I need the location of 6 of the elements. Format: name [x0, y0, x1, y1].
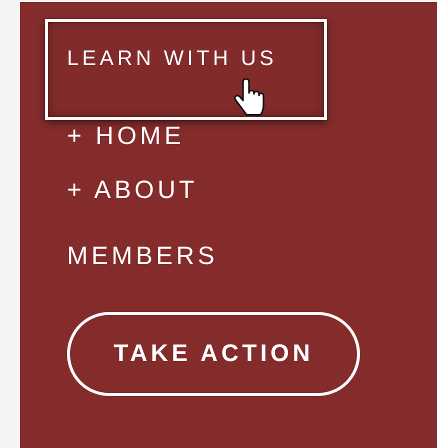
take-action-button[interactable]: TAKE ACTION: [67, 312, 360, 396]
menu-link[interactable]: + HOME: [45, 121, 185, 151]
hand-cursor-icon: [233, 78, 265, 118]
menu-link[interactable]: LEARN WITH US: [45, 19, 327, 120]
menu-link[interactable]: + ABOUT: [45, 175, 198, 205]
menu-link[interactable]: MEMBERS: [45, 241, 218, 271]
